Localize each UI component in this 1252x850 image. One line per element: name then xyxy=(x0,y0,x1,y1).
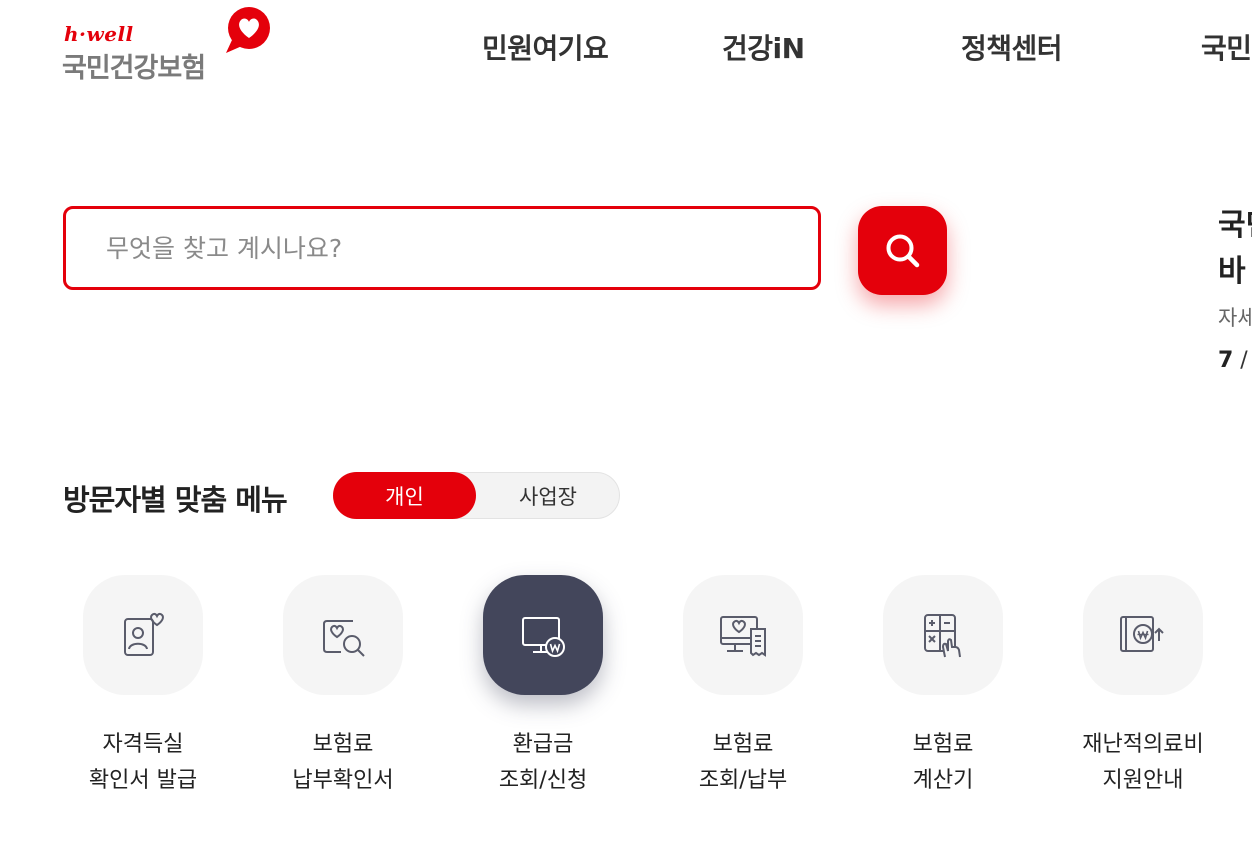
menu-label-line1: 보험료 xyxy=(312,732,374,757)
menu-label: 보험료 계산기 xyxy=(843,727,1043,799)
id-card-heart-icon xyxy=(124,612,164,656)
search-icon xyxy=(886,234,919,267)
section-title: 방문자별 맞춤 메뉴 xyxy=(63,483,288,517)
search-box xyxy=(63,206,821,290)
notice-title[interactable]: 국민 xyxy=(1218,200,1252,244)
nav-item-health-in[interactable]: 건강iN xyxy=(722,27,805,67)
menu-icon-tile xyxy=(683,575,803,695)
nav-item-policy[interactable]: 정책센터 xyxy=(961,27,1063,67)
menu-label: 재난적의료비 지원안내 xyxy=(1043,727,1243,799)
menu-item-qualification[interactable]: 자격득실 확인서 발급 xyxy=(43,575,243,805)
notice-pagination: 7 / xyxy=(1218,348,1248,373)
menu-label-line2: 확인서 발급 xyxy=(88,768,198,793)
menu-item-premium-calculator[interactable]: 보험료 계산기 xyxy=(843,575,1043,805)
notice-page-separator: / xyxy=(1233,348,1248,373)
menu-label-line2: 지원안내 xyxy=(1102,768,1184,793)
logo-korean: 국민건강보험 xyxy=(62,53,206,84)
search-input[interactable] xyxy=(106,209,786,287)
menu-label: 보험료 납부확인서 xyxy=(243,727,443,799)
menu-label-line2: 조회/신청 xyxy=(498,768,588,793)
menu-label-line2: 조회/납부 xyxy=(698,768,788,793)
menu-icon-tile xyxy=(83,575,203,695)
logo[interactable]: h·well 국민건강보험 xyxy=(62,6,282,84)
menu-label: 자격득실 확인서 발급 xyxy=(43,727,243,799)
menu-label-line1: 환급금 xyxy=(512,732,574,757)
menu-label-line1: 보험료 xyxy=(712,732,774,757)
menu-label-line2: 계산기 xyxy=(912,768,974,793)
document-search-icon xyxy=(323,620,365,657)
search-button[interactable] xyxy=(858,206,947,295)
book-won-icon xyxy=(1120,616,1164,652)
notice-subtitle: 자세 xyxy=(1218,306,1252,330)
menu-icon-tile-active xyxy=(483,575,603,695)
monitor-receipt-icon xyxy=(720,616,766,657)
notice-page-current: 7 xyxy=(1218,348,1234,373)
menu-label-line2: 납부확인서 xyxy=(292,768,394,793)
toggle-personal[interactable]: 개인 xyxy=(333,472,476,519)
nav-item-national[interactable]: 국민 xyxy=(1201,27,1252,67)
nav-item-civil[interactable]: 민원여기요 xyxy=(482,27,609,67)
menu-icon-tile xyxy=(283,575,403,695)
menu-label-line1: 자격득실 xyxy=(102,732,184,757)
menu-label-line1: 재난적의료비 xyxy=(1082,732,1204,757)
menu-label: 보험료 조회/납부 xyxy=(643,727,843,799)
menu-item-premium-inquiry[interactable]: 보험료 조회/납부 xyxy=(643,575,843,805)
visitor-type-toggle: 개인 사업장 xyxy=(333,472,620,519)
calculator-hand-icon xyxy=(924,614,961,658)
menu-label: 환급금 조회/신청 xyxy=(443,727,643,799)
menu-icon-tile xyxy=(883,575,1003,695)
toggle-business[interactable]: 사업장 xyxy=(477,473,619,518)
notice-title-line2[interactable]: 바 xyxy=(1218,246,1246,290)
menu-icon-tile xyxy=(1083,575,1203,695)
monitor-won-icon xyxy=(522,617,565,657)
logo-english: h·well xyxy=(64,22,134,46)
heart-bubble-icon xyxy=(226,7,270,53)
menu-label-line1: 보험료 xyxy=(912,732,974,757)
menu-item-payment-certificate[interactable]: 보험료 납부확인서 xyxy=(243,575,443,805)
menu-item-refund[interactable]: 환급금 조회/신청 xyxy=(443,575,643,805)
menu-item-catastrophic-medical[interactable]: 재난적의료비 지원안내 xyxy=(1043,575,1243,805)
